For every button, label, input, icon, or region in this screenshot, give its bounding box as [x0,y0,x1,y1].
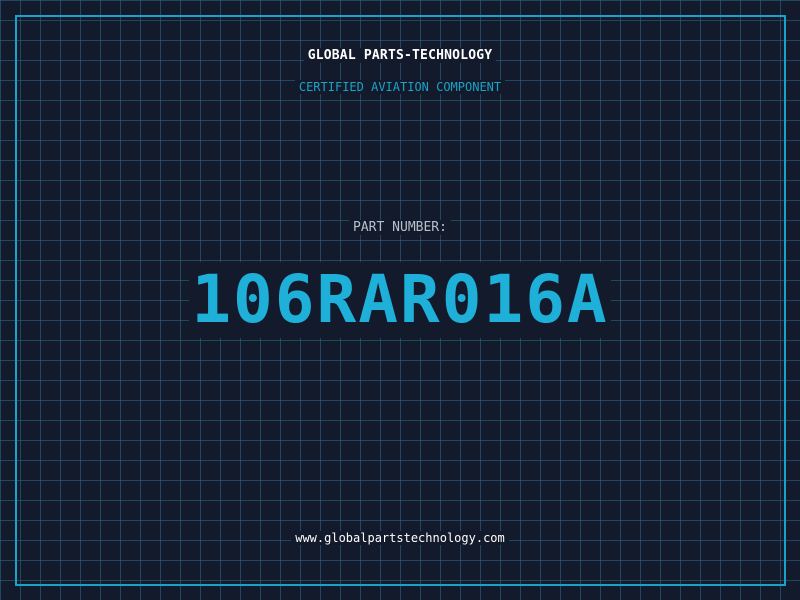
part-number-value: 106RAR016A [0,262,800,338]
brand-name-text: GLOBAL PARTS-TECHNOLOGY [303,48,497,63]
part-number-text: 106RAR016A [189,261,611,338]
brand-tagline-text: CERTIFIED AVIATION COMPONENT [294,80,506,94]
website-url-text: www.globalpartstechnology.com [291,531,509,545]
part-label-card: GLOBAL PARTS-TECHNOLOGY CERTIFIED AVIATI… [0,0,800,600]
website-url: www.globalpartstechnology.com [0,531,800,545]
part-number-label: PART NUMBER: [0,220,800,235]
brand-name: GLOBAL PARTS-TECHNOLOGY [0,48,800,63]
part-number-label-text: PART NUMBER: [349,220,451,235]
brand-tagline: CERTIFIED AVIATION COMPONENT [0,80,800,94]
